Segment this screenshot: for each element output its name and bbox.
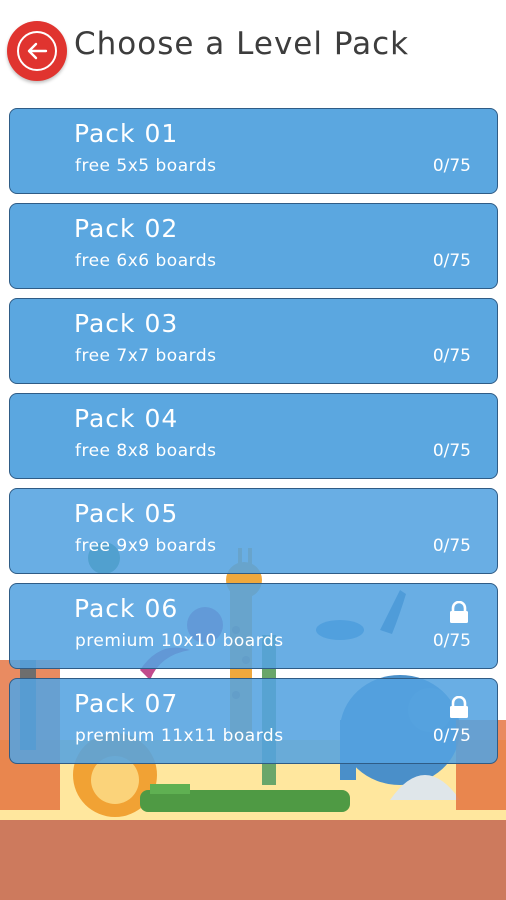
- pack-progress: 0/75: [432, 631, 471, 651]
- pack-progress: 0/75: [432, 156, 471, 176]
- ground-strip: [0, 820, 506, 900]
- pack-description: premium 10x10 boards: [75, 631, 284, 651]
- pack-title: Pack 02: [74, 214, 179, 243]
- arrow-left-circle-icon: [17, 31, 57, 71]
- pack-title: Pack 05: [74, 499, 179, 528]
- pack-description: free 6x6 boards: [75, 251, 217, 271]
- pack-01-button[interactable]: Pack 01 free 5x5 boards 0/75: [9, 108, 498, 194]
- back-button[interactable]: [7, 21, 67, 81]
- pack-progress: 0/75: [432, 441, 471, 461]
- pack-title: Pack 03: [74, 309, 179, 338]
- pack-description: free 9x9 boards: [75, 536, 217, 556]
- pack-06-button[interactable]: Pack 06 premium 10x10 boards 0/75: [9, 583, 498, 669]
- pack-04-button[interactable]: Pack 04 free 8x8 boards 0/75: [9, 393, 498, 479]
- pack-description: free 7x7 boards: [75, 346, 217, 366]
- pack-title: Pack 04: [74, 404, 179, 433]
- pack-05-button[interactable]: Pack 05 free 9x9 boards 0/75: [9, 488, 498, 574]
- pack-title: Pack 07: [74, 689, 179, 718]
- page-title: Choose a Level Pack: [74, 26, 410, 62]
- pack-title: Pack 01: [74, 119, 179, 148]
- lock-icon: [450, 601, 468, 623]
- pack-02-button[interactable]: Pack 02 free 6x6 boards 0/75: [9, 203, 498, 289]
- pack-progress: 0/75: [432, 346, 471, 366]
- pack-progress: 0/75: [432, 726, 471, 746]
- pack-07-button[interactable]: Pack 07 premium 11x11 boards 0/75: [9, 678, 498, 764]
- pack-03-button[interactable]: Pack 03 free 7x7 boards 0/75: [9, 298, 498, 384]
- pack-description: premium 11x11 boards: [75, 726, 284, 746]
- pack-progress: 0/75: [432, 536, 471, 556]
- lock-icon: [450, 696, 468, 718]
- pack-description: free 8x8 boards: [75, 441, 217, 461]
- header-bar: Choose a Level Pack: [0, 0, 506, 100]
- pack-progress: 0/75: [432, 251, 471, 271]
- pack-description: free 5x5 boards: [75, 156, 217, 176]
- pack-title: Pack 06: [74, 594, 179, 623]
